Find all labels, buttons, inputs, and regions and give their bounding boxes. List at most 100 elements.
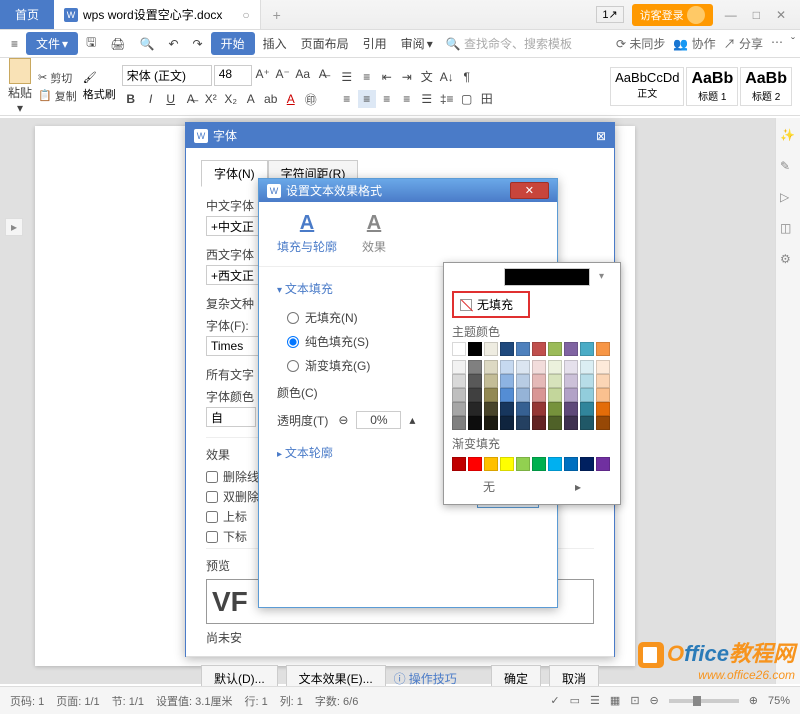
color-swatch[interactable] bbox=[580, 374, 594, 388]
color-swatch[interactable] bbox=[468, 360, 482, 374]
color-swatch[interactable] bbox=[484, 360, 498, 374]
color-swatch[interactable] bbox=[484, 402, 498, 416]
color-swatch[interactable] bbox=[468, 374, 482, 388]
sidebar-magic-icon[interactable]: ✨ bbox=[780, 128, 796, 144]
tab-home[interactable]: 首页 bbox=[0, 0, 54, 29]
highlight-icon[interactable]: ab bbox=[262, 90, 280, 108]
sb-view3-icon[interactable]: ▦ bbox=[610, 694, 620, 707]
color-swatch[interactable] bbox=[580, 360, 594, 374]
minimize-icon[interactable]: — bbox=[721, 8, 741, 22]
color-swatch[interactable] bbox=[452, 416, 466, 430]
login-button[interactable]: 访客登录 bbox=[632, 4, 713, 26]
sidebar-pen-icon[interactable]: ✎ bbox=[780, 159, 796, 175]
color-swatch[interactable] bbox=[516, 388, 530, 402]
color-swatch[interactable] bbox=[484, 342, 498, 356]
color-swatch[interactable] bbox=[564, 457, 578, 471]
color-swatch[interactable] bbox=[564, 342, 578, 356]
color-swatch[interactable] bbox=[516, 402, 530, 416]
align-right-icon[interactable]: ≡ bbox=[378, 90, 396, 108]
bullets-icon[interactable]: ☰ bbox=[338, 68, 356, 86]
color-swatch[interactable] bbox=[596, 402, 610, 416]
color-swatch[interactable] bbox=[452, 402, 466, 416]
align-justify-icon[interactable]: ≡ bbox=[398, 90, 416, 108]
font-dialog-close-icon[interactable]: ⊠ bbox=[596, 129, 606, 143]
menu-reference[interactable]: 引用 bbox=[357, 32, 393, 55]
color-swatch[interactable] bbox=[468, 388, 482, 402]
color-swatch[interactable] bbox=[452, 360, 466, 374]
paste-button[interactable]: 粘贴▾ bbox=[8, 58, 32, 115]
color-swatch[interactable] bbox=[596, 342, 610, 356]
align-left-icon[interactable]: ≡ bbox=[338, 90, 356, 108]
fx-titlebar[interactable]: W 设置文本效果格式 ✕ bbox=[259, 179, 557, 202]
text-effect-icon[interactable]: A bbox=[242, 90, 260, 108]
color-swatch[interactable] bbox=[484, 374, 498, 388]
current-color-swatch[interactable] bbox=[504, 268, 590, 286]
gradient-none[interactable]: 无 bbox=[483, 478, 495, 495]
menu-redo-icon[interactable]: ↷ bbox=[187, 34, 209, 54]
fx-tab-effects[interactable]: A 效果 bbox=[362, 212, 386, 255]
sb-section[interactable]: 节: 1/1 bbox=[112, 693, 144, 709]
menu-logo-icon[interactable]: ≡ bbox=[5, 34, 24, 54]
color-swatch[interactable] bbox=[500, 416, 514, 430]
sb-page-num[interactable]: 页码: 1 bbox=[10, 693, 44, 709]
color-swatch[interactable] bbox=[452, 457, 466, 471]
tab-new[interactable]: + bbox=[261, 2, 293, 28]
sidebar-settings-icon[interactable]: ⚙ bbox=[780, 252, 796, 268]
color-swatch[interactable] bbox=[596, 388, 610, 402]
numbering-icon[interactable]: ≡ bbox=[358, 68, 376, 86]
color-swatch[interactable] bbox=[532, 457, 546, 471]
color-swatch[interactable] bbox=[532, 374, 546, 388]
zoom-slider[interactable] bbox=[669, 699, 739, 703]
copy-button[interactable]: 📋 复制 bbox=[38, 88, 77, 104]
tab-close-icon[interactable]: ○ bbox=[242, 8, 249, 22]
color-swatch[interactable] bbox=[452, 342, 466, 356]
menu-insert[interactable]: 插入 bbox=[257, 32, 293, 55]
color-swatch[interactable] bbox=[580, 388, 594, 402]
shrink-font-icon[interactable]: A⁻ bbox=[274, 65, 292, 83]
color-swatch[interactable] bbox=[564, 416, 578, 430]
menu-more-icon[interactable]: ⋯ bbox=[771, 35, 783, 52]
menu-chevron-icon[interactable]: ˇ bbox=[791, 35, 795, 52]
maximize-icon[interactable]: □ bbox=[749, 8, 764, 22]
indent-inc-icon[interactable]: ⇥ bbox=[398, 68, 416, 86]
cut-button[interactable]: ✂ 剪切 bbox=[38, 70, 77, 86]
color-swatch[interactable] bbox=[468, 342, 482, 356]
opacity-dec-icon[interactable]: ⊖ bbox=[338, 413, 348, 427]
color-swatch[interactable] bbox=[516, 457, 530, 471]
color-swatch[interactable] bbox=[548, 388, 562, 402]
border-icon[interactable]: 田 bbox=[478, 90, 496, 108]
color-swatch[interactable] bbox=[468, 457, 482, 471]
color-swatch[interactable] bbox=[484, 416, 498, 430]
format-painter-button[interactable]: 🖌 格式刷 bbox=[83, 71, 116, 102]
color-swatch[interactable] bbox=[548, 360, 562, 374]
style-normal[interactable]: AaBbCcDd正文 bbox=[610, 67, 684, 106]
font-color-select[interactable] bbox=[206, 407, 256, 427]
color-swatch[interactable] bbox=[532, 402, 546, 416]
color-swatch[interactable] bbox=[596, 360, 610, 374]
outline-toggle-icon[interactable]: ▸ bbox=[5, 218, 23, 236]
style-heading2[interactable]: AaBb标题 2 bbox=[740, 67, 792, 106]
style-heading1[interactable]: AaBb标题 1 bbox=[686, 67, 738, 106]
sync-status[interactable]: ⟳ 未同步 bbox=[616, 35, 665, 52]
color-swatch[interactable] bbox=[532, 416, 546, 430]
color-swatch[interactable] bbox=[516, 360, 530, 374]
menu-layout[interactable]: 页面布局 bbox=[295, 32, 355, 55]
zoom-in-icon[interactable]: ⊕ bbox=[749, 694, 758, 707]
gradient-more-icon[interactable]: ▸ bbox=[575, 480, 581, 494]
menu-preview-icon[interactable]: 🔍 bbox=[134, 34, 161, 54]
color-swatch[interactable] bbox=[548, 342, 562, 356]
sb-view4-icon[interactable]: ⊡ bbox=[630, 694, 639, 707]
sort-icon[interactable]: A↓ bbox=[438, 68, 456, 86]
color-swatch[interactable] bbox=[500, 402, 514, 416]
color-swatch[interactable] bbox=[548, 457, 562, 471]
search-placeholder[interactable]: 🔍 查找命令、搜索模板 bbox=[446, 35, 572, 52]
color-swatch[interactable] bbox=[580, 342, 594, 356]
menu-undo-icon[interactable]: ↶ bbox=[162, 34, 184, 54]
color-swatch[interactable] bbox=[516, 416, 530, 430]
sidebar-select-icon[interactable]: ▷ bbox=[780, 190, 796, 206]
color-swatch[interactable] bbox=[500, 360, 514, 374]
change-case-icon[interactable]: Aa bbox=[294, 65, 312, 83]
color-swatch[interactable] bbox=[532, 360, 546, 374]
color-swatch[interactable] bbox=[580, 416, 594, 430]
font-size-select[interactable]: 48 bbox=[214, 65, 252, 86]
